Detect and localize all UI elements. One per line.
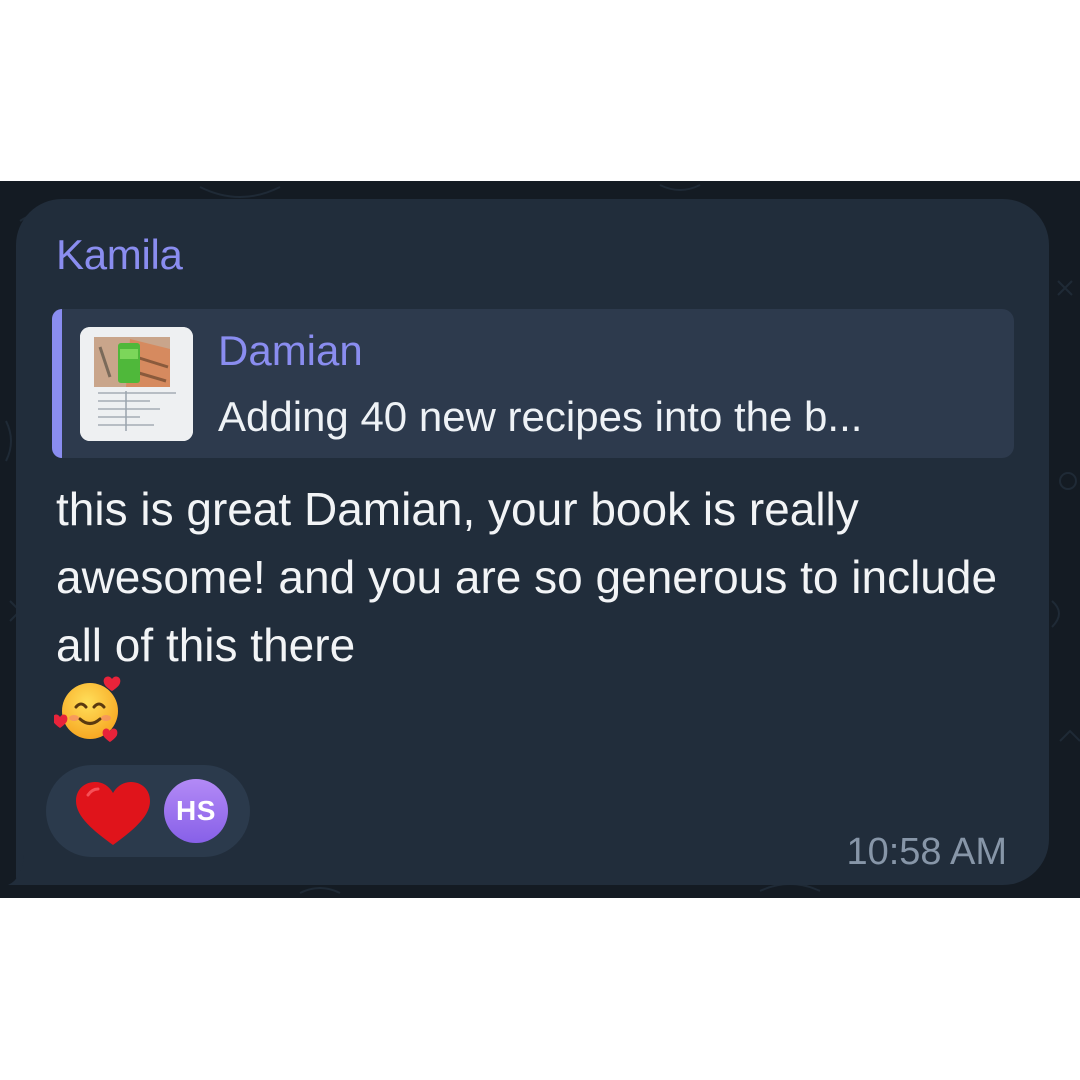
reply-quote[interactable]: Damian Adding 40 new recipes into the b.… — [52, 309, 1014, 458]
reaction-user-avatar[interactable]: HS — [164, 779, 228, 843]
recipe-page-thumbnail-icon — [80, 327, 193, 441]
message-timestamp: 10:58 AM — [846, 831, 1007, 873]
bubble-tail — [8, 855, 38, 885]
reply-accent-bar — [52, 309, 62, 458]
reactions-bar[interactable]: HS — [46, 765, 250, 857]
chat-screenshot: Kamila Damian Adding 40 new recipes into… — [0, 181, 1080, 898]
reply-author: Damian — [218, 327, 363, 374]
message-text: this is great Damian, your book is reall… — [56, 483, 998, 671]
sender-name[interactable]: Kamila — [56, 231, 183, 279]
message-bubble[interactable]: Kamila Damian Adding 40 new recipes into… — [8, 199, 1049, 885]
red-heart-icon[interactable] — [74, 781, 152, 847]
reply-preview-text: Adding 40 new recipes into the b... — [218, 393, 863, 440]
smiling-face-with-hearts-icon — [54, 676, 121, 742]
